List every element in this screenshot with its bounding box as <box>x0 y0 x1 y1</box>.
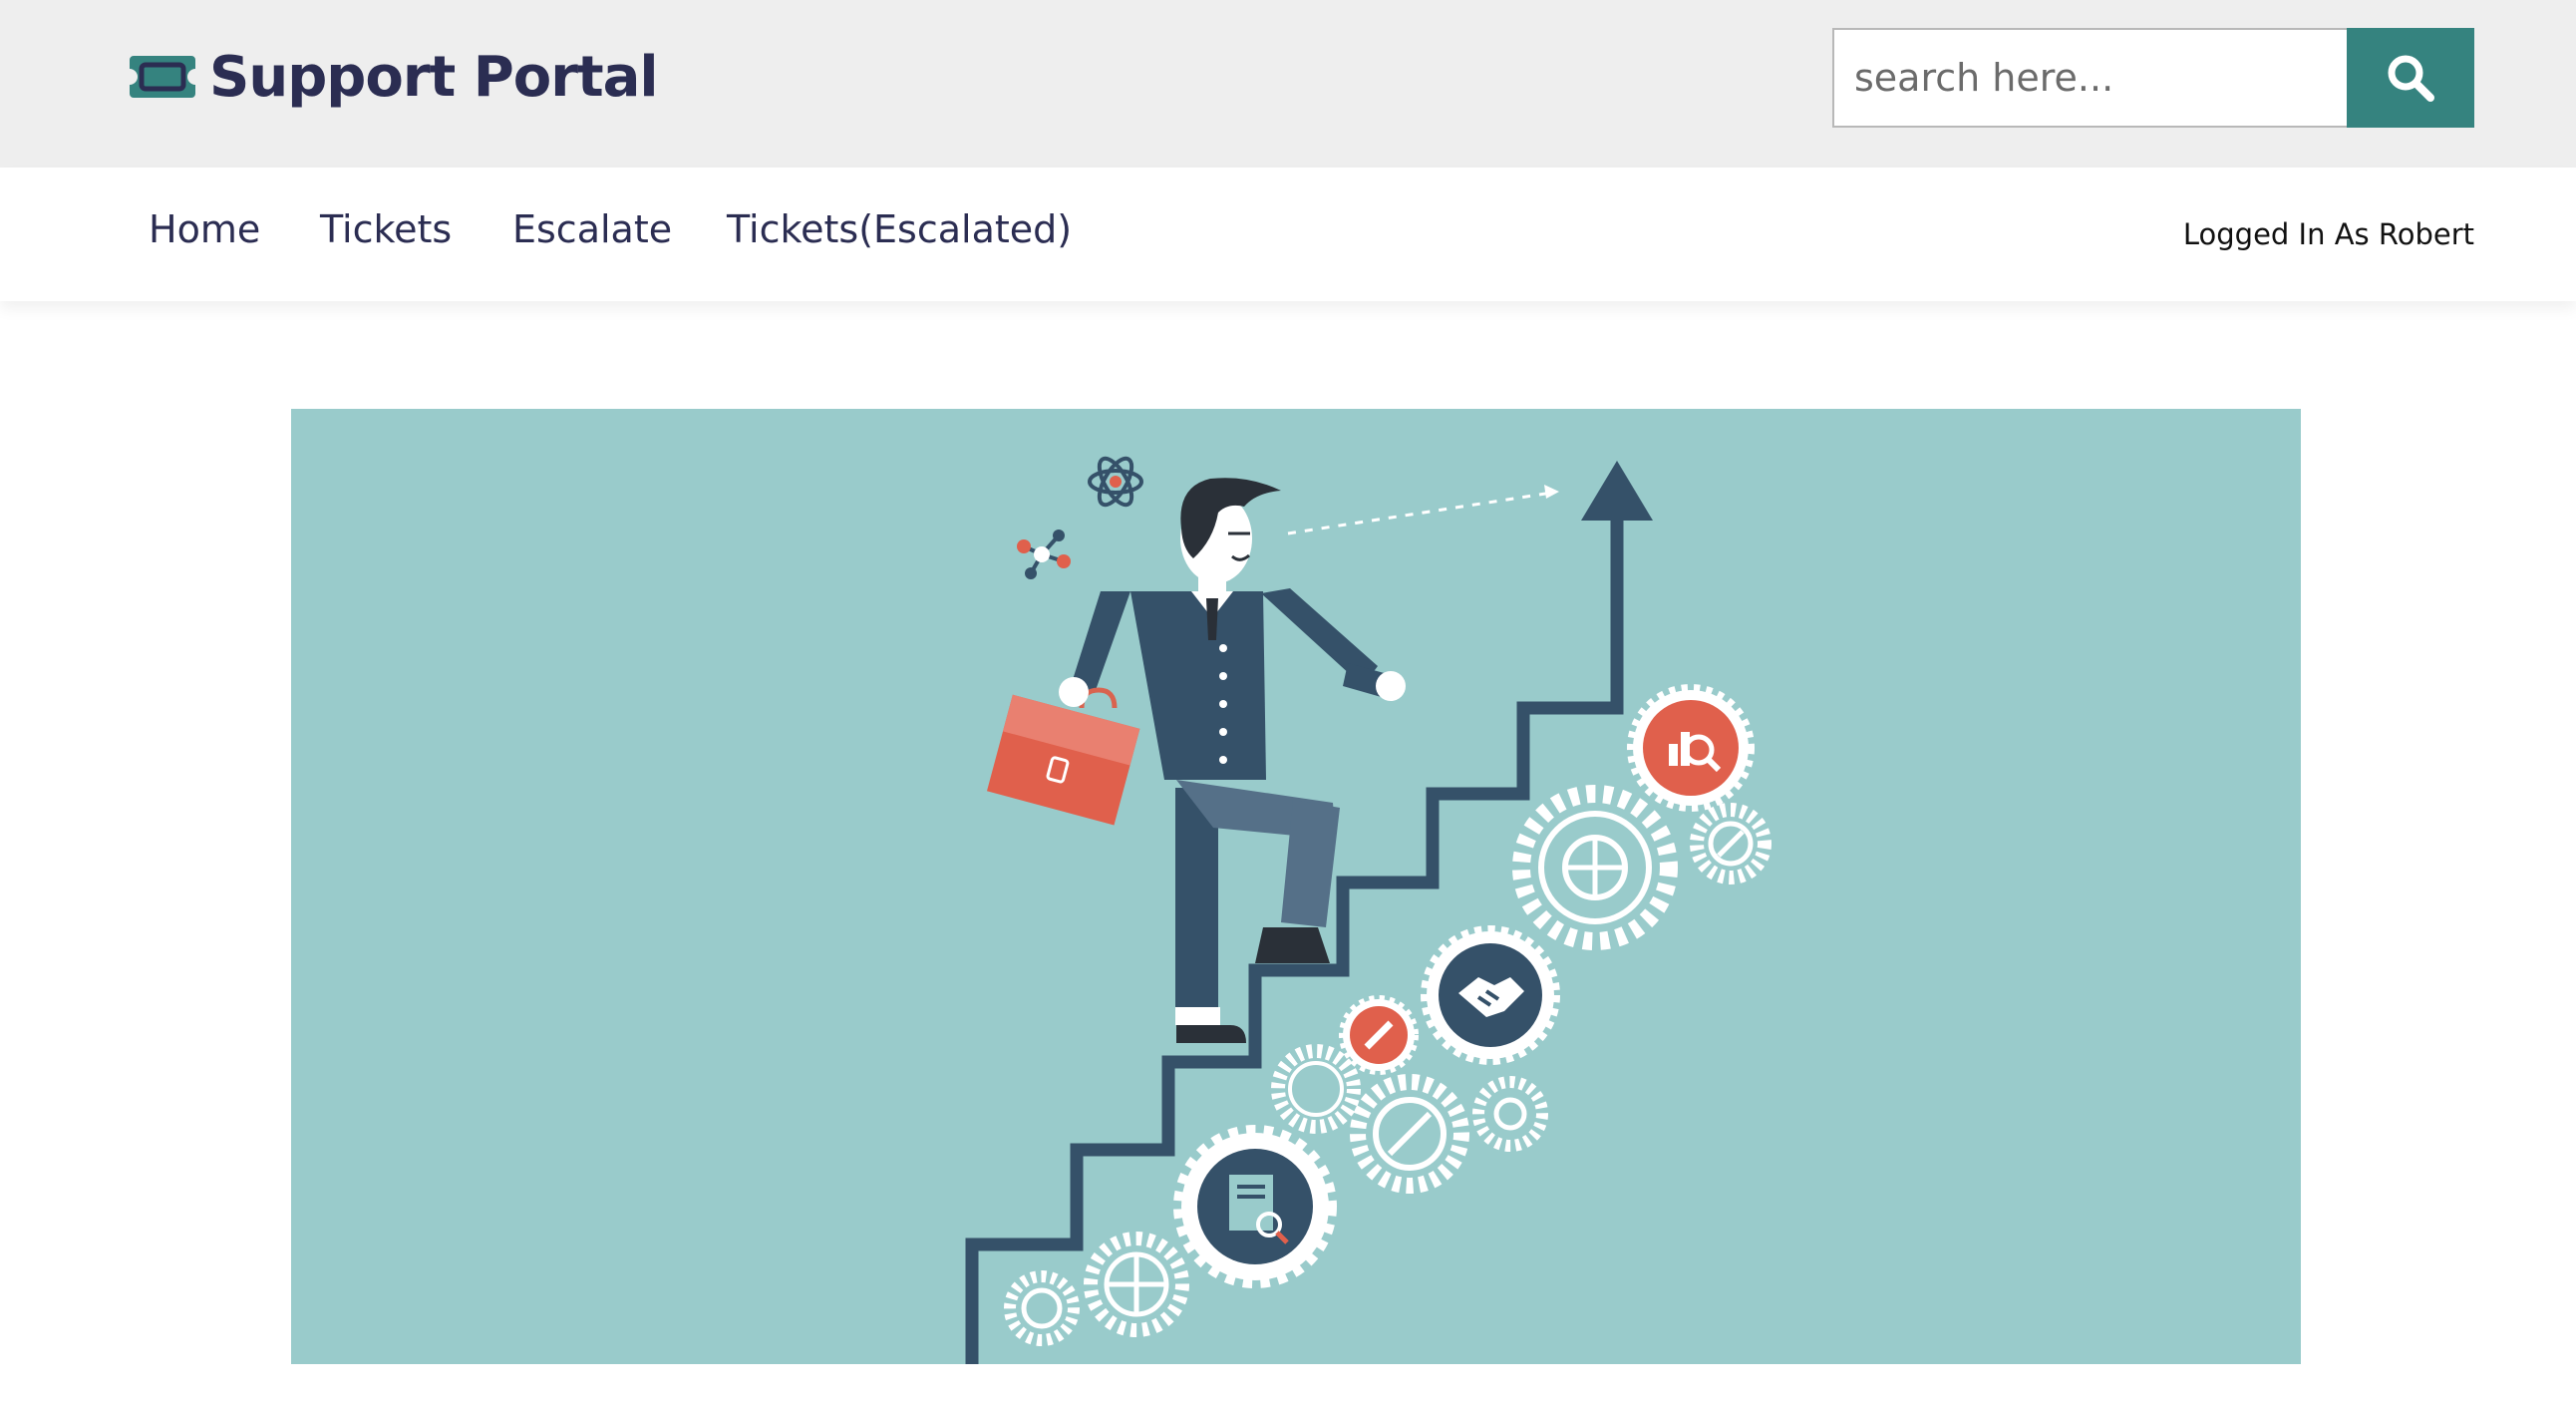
nav-home[interactable]: Home <box>149 207 260 251</box>
gear-icon <box>1271 1044 1361 1134</box>
gear-pencil-icon <box>1339 995 1419 1075</box>
nav-escalate[interactable]: Escalate <box>512 207 672 251</box>
gear-handshake-icon <box>1421 925 1560 1065</box>
brand[interactable]: Support Portal <box>128 42 659 112</box>
search-button[interactable] <box>2347 28 2474 128</box>
logged-in-status: Logged In As Robert <box>2182 217 2474 251</box>
gear-icon <box>1472 1076 1548 1152</box>
search-input[interactable] <box>1832 28 2347 128</box>
arrow-up-icon <box>1581 461 1653 521</box>
nav-tickets[interactable]: Tickets <box>320 207 452 251</box>
atom-icon <box>1088 456 1143 508</box>
molecule-icon <box>1017 530 1071 579</box>
ticket-icon <box>130 56 195 98</box>
gear-icon <box>1512 785 1678 950</box>
hero-illustration <box>965 456 1771 1364</box>
gear-icon <box>1690 803 1771 884</box>
gear-icon <box>1004 1270 1080 1346</box>
gear-icon <box>1084 1232 1189 1337</box>
nav-tickets-escalated[interactable]: Tickets(Escalated) <box>727 207 1072 251</box>
gear-icon <box>1350 1074 1469 1194</box>
gear-chart-icon <box>1627 684 1755 812</box>
brand-title: Support Portal <box>209 44 659 110</box>
hero-banner <box>291 409 2301 1364</box>
gear-document-icon <box>1173 1125 1337 1288</box>
search-bar <box>1832 28 2474 128</box>
top-bar: Support Portal <box>0 0 2576 168</box>
search-icon <box>2388 55 2434 102</box>
main-nav: Home Tickets Escalate Tickets(Escalated)… <box>0 168 2576 301</box>
